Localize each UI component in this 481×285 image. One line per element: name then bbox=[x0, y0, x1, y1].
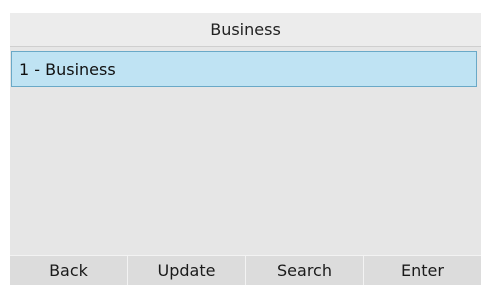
back-button-label: Back bbox=[49, 261, 88, 280]
enter-button-label: Enter bbox=[401, 261, 444, 280]
directory-list: 1 - Business bbox=[11, 51, 477, 87]
page-title: Business bbox=[210, 20, 281, 39]
search-button[interactable]: Search bbox=[245, 255, 363, 285]
title-bar: Business bbox=[10, 13, 481, 47]
phone-screen: Business 1 - Business Back Update Search… bbox=[10, 13, 481, 285]
list-item-label: 1 - Business bbox=[19, 59, 116, 79]
enter-button[interactable]: Enter bbox=[363, 255, 481, 285]
softkey-bar: Back Update Search Enter bbox=[10, 255, 481, 285]
update-button[interactable]: Update bbox=[127, 255, 245, 285]
update-button-label: Update bbox=[157, 261, 216, 280]
search-button-label: Search bbox=[277, 261, 332, 280]
back-button[interactable]: Back bbox=[10, 255, 127, 285]
list-item-business[interactable]: 1 - Business bbox=[11, 51, 477, 87]
